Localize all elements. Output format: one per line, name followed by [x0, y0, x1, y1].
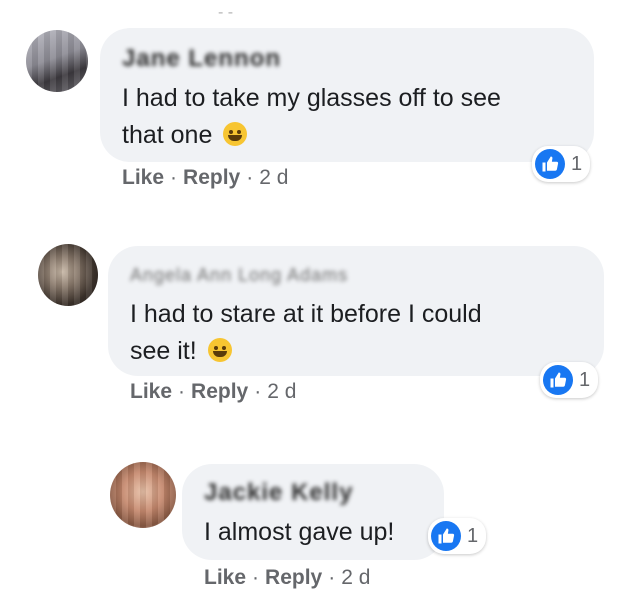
- like-link[interactable]: Like: [130, 380, 172, 404]
- separator: ·: [254, 380, 262, 403]
- author-name[interactable]: Jackie Kelly: [204, 478, 422, 508]
- separator: ·: [170, 166, 178, 189]
- thumbs-up-icon: [543, 365, 573, 395]
- comment-line: see it!: [130, 337, 197, 365]
- like-link[interactable]: Like: [122, 166, 164, 190]
- avatar[interactable]: [26, 30, 88, 92]
- comment-bubble: Jackie Kelly I almost gave up!: [182, 464, 444, 560]
- comment-line: I almost gave up!: [204, 518, 395, 546]
- avatar[interactable]: [110, 462, 176, 528]
- thumbs-up-icon: [535, 149, 565, 179]
- comment-line: that one: [122, 121, 213, 149]
- author-name[interactable]: Angela Ann Long Adams: [130, 260, 582, 290]
- comment-line-with-emoji: see it!: [130, 333, 582, 370]
- separator: ·: [328, 566, 336, 589]
- reaction-count: 1: [467, 524, 479, 547]
- comment-actions: Like · Reply · 2 d: [122, 166, 288, 190]
- comment-bubble: Jane Lennon I had to take my glasses off…: [100, 28, 594, 162]
- reaction-summary[interactable]: 1: [428, 518, 487, 554]
- comment-text: I had to take my glasses off to see that…: [122, 80, 572, 154]
- like-link[interactable]: Like: [204, 566, 246, 590]
- separator: ·: [246, 166, 254, 189]
- reply-link[interactable]: Reply: [183, 166, 240, 190]
- tears-of-joy-emoji-icon: [207, 338, 232, 362]
- comment-line: I had to stare at it before I could: [130, 300, 482, 328]
- timestamp[interactable]: 2 d: [267, 380, 296, 404]
- timestamp[interactable]: 2 d: [259, 166, 288, 190]
- comment-actions: Like · Reply · 2 d: [130, 380, 296, 404]
- reply-link[interactable]: Reply: [265, 566, 322, 590]
- separator: ·: [252, 566, 260, 589]
- separator: ·: [178, 380, 186, 403]
- reply-link[interactable]: Reply: [191, 380, 248, 404]
- comment-actions: Like · Reply · 2 d: [204, 566, 370, 590]
- reaction-count: 1: [571, 152, 583, 175]
- smiling-face-emoji-icon: [223, 122, 248, 146]
- comment-line: I had to take my glasses off to see: [122, 84, 501, 112]
- comment-text: I almost gave up!: [204, 514, 422, 551]
- truncated-indicator: - -: [218, 4, 234, 21]
- comment-line-with-emoji: that one: [122, 117, 572, 154]
- comment-bubble: Angela Ann Long Adams I had to stare at …: [108, 246, 604, 376]
- timestamp[interactable]: 2 d: [341, 566, 370, 590]
- avatar[interactable]: [38, 244, 98, 306]
- author-name[interactable]: Jane Lennon: [122, 44, 572, 74]
- reaction-count: 1: [579, 368, 591, 391]
- comment-text: I had to stare at it before I could see …: [130, 296, 582, 370]
- thumbs-up-icon: [431, 521, 461, 551]
- reaction-summary[interactable]: 1: [532, 146, 591, 182]
- reaction-summary[interactable]: 1: [540, 362, 599, 398]
